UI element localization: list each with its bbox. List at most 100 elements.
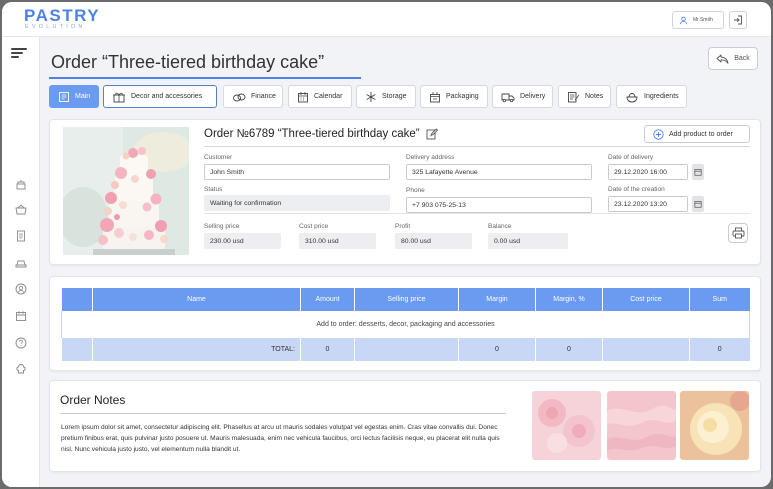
help-icon [15,337,27,349]
sidebar-item-documents[interactable] [14,229,28,243]
document-icon [17,230,25,242]
empty-table-row: Add to order: desserts, decor, packaging… [61,311,750,338]
menu-toggle-icon[interactable] [11,48,27,60]
box-icon [430,91,440,102]
tab-main[interactable]: Main [49,85,99,108]
order-list-icon [15,204,27,215]
sidebar-item-help[interactable] [14,336,28,350]
print-button[interactable] [728,223,748,243]
column-header-margin-percent[interactable]: Margin, % [535,288,603,311]
dessert-icon [15,260,27,268]
cost-price-value: 310.00 usd [299,233,376,249]
balance-value: 0.00 usd [488,233,568,249]
empty-table-message[interactable]: Add to order: desserts, decor, packaging… [61,311,750,338]
total-cost-price [602,338,690,361]
products-card: Name Amount Selling price Margin Margin,… [49,276,761,371]
sidebar-item-customers[interactable] [14,282,28,296]
back-button[interactable]: Back [708,47,758,70]
user-name: Mr.Smith [693,17,713,23]
selling-price-value: 230.00 usd [204,233,281,249]
table-header-row: Name Amount Selling price Margin Margin,… [61,288,750,311]
logout-button[interactable] [729,11,747,29]
creation-date-field[interactable]: 23.12.2020 13:20 [608,196,688,212]
column-header-select [61,288,93,311]
logo[interactable]: PASTRY EVOLUTION [24,7,100,31]
column-header-cost-price[interactable]: Cost price [602,288,690,311]
user-menu-button[interactable]: Mr.Smith [672,11,724,29]
totals-row: TOTAL: 0 0 0 0 [61,338,750,361]
tab-label: Finance [251,93,276,100]
creation-date-picker-button[interactable] [692,196,704,212]
column-header-sum[interactable]: Sum [689,288,750,311]
customers-icon [15,283,27,295]
address-field[interactable]: 325 Lafayette Avenue [406,164,592,180]
delivery-date-picker-button[interactable] [692,164,704,180]
sidebar-item-desserts[interactable] [14,256,28,270]
tab-decor-and-accessories[interactable]: Decor and accessories [103,85,217,108]
note-image-pink-flowers[interactable] [532,391,601,460]
delivery-date-label: Date of delivery [608,154,654,161]
selling-price-label: Selling price [204,223,240,230]
profit-label: Profit [395,223,411,230]
notes-divider [60,413,506,414]
tab-label: Ingredients [644,93,679,100]
tab-finance[interactable]: Finance [223,85,283,108]
sidebar [2,37,40,487]
delivery-date-field[interactable]: 29.12.2020 16:00 [608,164,688,180]
main-content: Order “Three-tiered birthday cake” Back … [40,37,771,487]
note-image-yellow-rose[interactable] [680,391,749,460]
order-heading: Order №6789 “Three-tiered birthday cake” [204,128,438,140]
heading-divider [204,146,750,147]
total-margin-percent: 0 [535,338,603,361]
calendar-icon [298,91,308,102]
plus-circle-icon [653,128,664,140]
calendar-icon [16,311,26,321]
address-label: Delivery address [406,154,455,161]
top-bar: PASTRY EVOLUTION Mr.Smith [2,2,771,37]
sidebar-item-chef[interactable] [14,362,28,376]
tab-label: Delivery [520,93,546,100]
total-sum: 0 [689,338,750,361]
tab-label: Calendar [314,93,343,100]
sidebar-item-orders[interactable] [14,203,28,217]
tab-packaging[interactable]: Packaging [420,85,488,108]
tab-label: Storage [382,93,407,100]
add-product-button[interactable]: Add product to order [644,125,750,143]
order-icon [59,91,69,102]
sidebar-item-cakes[interactable] [14,177,28,191]
status-label: Status [204,186,223,193]
total-margin: 0 [458,338,536,361]
products-table: Name Amount Selling price Margin Margin,… [61,288,750,361]
tab-calendar[interactable]: Calendar [288,85,352,108]
logo-subtext: EVOLUTION [25,24,86,30]
logout-icon [734,15,742,25]
notes-text[interactable]: Lorem ipsum dolor sit amet, consectetur … [61,422,501,455]
column-header-selling-price[interactable]: Selling price [354,288,459,311]
edit-icon[interactable] [426,128,438,140]
phone-field[interactable]: +7 903 075-25-13 [406,197,592,213]
notes-icon [568,91,580,102]
column-header-name[interactable]: Name [92,288,301,311]
back-label: Back [734,55,750,62]
money-icon [233,93,246,101]
column-header-amount[interactable]: Amount [300,288,355,311]
customer-field[interactable]: John Smith [204,164,390,180]
truck-icon [501,93,515,102]
calendar-icon [694,201,702,208]
tab-ingredients[interactable]: Ingredients [616,85,687,108]
finance-divider [204,213,750,214]
tab-notes[interactable]: Notes [558,85,611,108]
profit-value: 80.00 usd [395,233,472,249]
page-title: Order “Three-tiered birthday cake” [51,52,325,72]
order-details-card: Order №6789 “Three-tiered birthday cake”… [49,119,761,265]
column-header-margin[interactable]: Margin [458,288,536,311]
sidebar-item-calendar[interactable] [14,309,28,323]
tab-delivery[interactable]: Delivery [492,85,553,108]
creation-date-label: Date of the creation [608,186,665,193]
tab-storage[interactable]: Storage [356,85,416,108]
note-image-pink-cream[interactable] [607,391,676,460]
order-notes-card: Order Notes Lorem ipsum dolor sit amet, … [49,380,761,472]
total-selling-price [354,338,459,361]
totals-cell-blank [61,338,93,361]
cake-photo [63,127,189,255]
